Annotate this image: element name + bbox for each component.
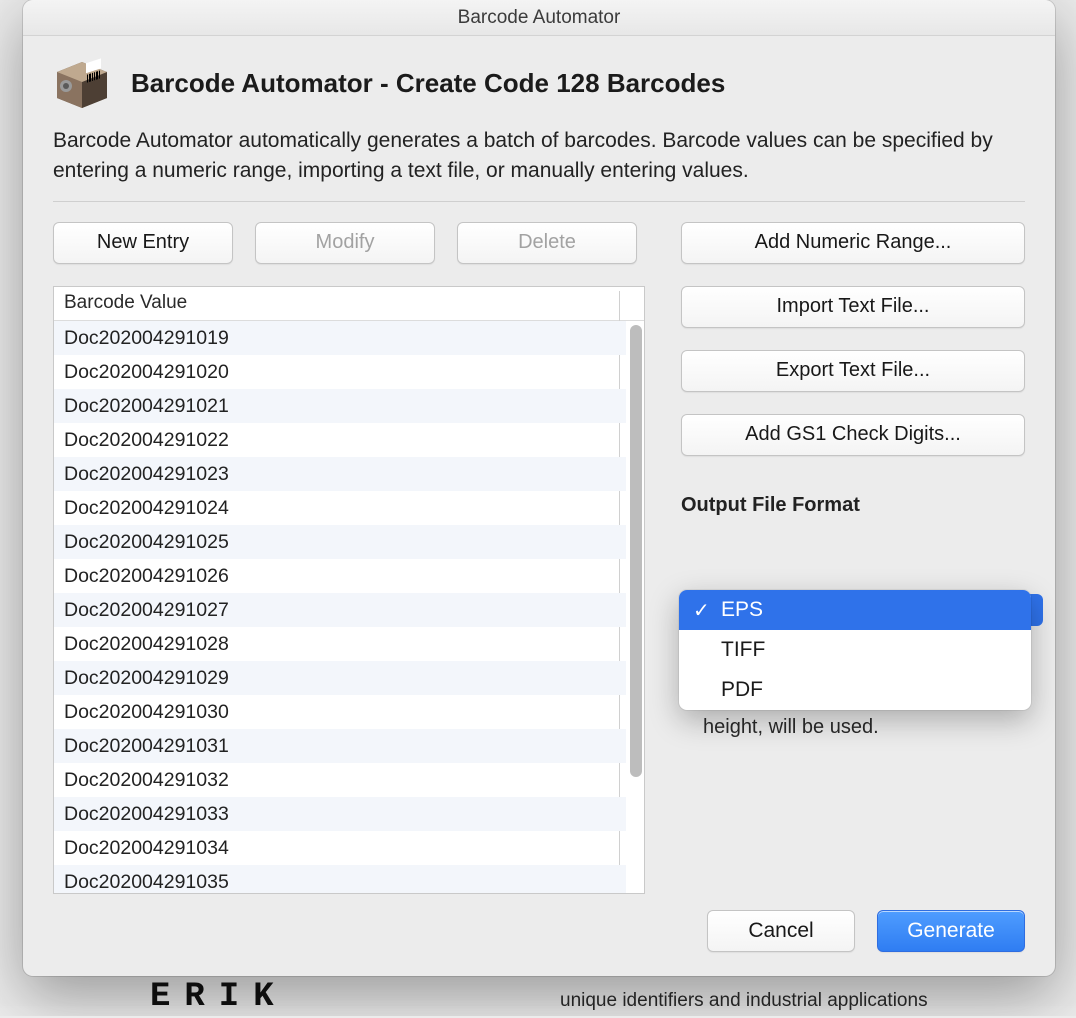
dropdown-option-eps[interactable]: EPS	[679, 590, 1031, 630]
table-row[interactable]: Doc202004291023	[54, 457, 626, 491]
table-row[interactable]: Doc202004291027	[54, 593, 626, 627]
scrollbar-thumb[interactable]	[630, 325, 642, 777]
add-gs1-check-digits-button[interactable]: Add GS1 Check Digits...	[681, 414, 1025, 456]
page-title: Barcode Automator - Create Code 128 Barc…	[131, 68, 725, 99]
divider	[53, 201, 1025, 202]
table-row[interactable]: Doc202004291028	[54, 627, 626, 661]
new-entry-button[interactable]: New Entry	[53, 222, 233, 264]
modify-button[interactable]: Modify	[255, 222, 435, 264]
background-text-right: unique identifiers and industrial applic…	[560, 990, 928, 1012]
barcode-automator-dialog: Barcode Automator	[23, 0, 1055, 976]
table-row[interactable]: Doc202004291026	[54, 559, 626, 593]
background-text-left: ERIK	[150, 978, 288, 1016]
table-row[interactable]: Doc202004291034	[54, 831, 626, 865]
table-row[interactable]: Doc202004291022	[54, 423, 626, 457]
export-text-file-button[interactable]: Export Text File...	[681, 350, 1025, 392]
output-file-format-label: Output File Format	[681, 494, 1025, 517]
table-body[interactable]: Doc202004291019Doc202004291020Doc2020042…	[54, 321, 644, 893]
table-row[interactable]: Doc202004291032	[54, 763, 626, 797]
dropdown-option-pdf[interactable]: PDF	[679, 670, 1031, 710]
table-row[interactable]: Doc202004291035	[54, 865, 626, 893]
table-header[interactable]: Barcode Value	[54, 287, 644, 321]
table-row[interactable]: Doc202004291030	[54, 695, 626, 729]
dropdown-button-edge[interactable]	[1029, 594, 1043, 626]
barcode-values-table[interactable]: Barcode Value Doc202004291019Doc20200429…	[53, 286, 645, 894]
table-row[interactable]: Doc202004291021	[54, 389, 626, 423]
table-row[interactable]: Doc202004291019	[54, 321, 626, 355]
table-row[interactable]: Doc202004291029	[54, 661, 626, 695]
table-row[interactable]: Doc202004291031	[54, 729, 626, 763]
table-row[interactable]: Doc202004291024	[54, 491, 626, 525]
import-text-file-button[interactable]: Import Text File...	[681, 286, 1025, 328]
app-icon	[53, 54, 111, 112]
cancel-button[interactable]: Cancel	[707, 910, 855, 952]
add-numeric-range-button[interactable]: Add Numeric Range...	[681, 222, 1025, 264]
table-row[interactable]: Doc202004291020	[54, 355, 626, 389]
window-title: Barcode Automator	[23, 0, 1055, 36]
table-row[interactable]: Doc202004291033	[54, 797, 626, 831]
generate-button[interactable]: Generate	[877, 910, 1025, 952]
output-format-dropdown[interactable]: EPSTIFFPDF	[679, 590, 1031, 710]
dropdown-option-tiff[interactable]: TIFF	[679, 630, 1031, 670]
table-header-label: Barcode Value	[64, 292, 187, 314]
table-row[interactable]: Doc202004291025	[54, 525, 626, 559]
output-hint-text: height, will be used.	[703, 716, 879, 739]
delete-button[interactable]: Delete	[457, 222, 637, 264]
page-description: Barcode Automator automatically generate…	[53, 126, 1025, 187]
